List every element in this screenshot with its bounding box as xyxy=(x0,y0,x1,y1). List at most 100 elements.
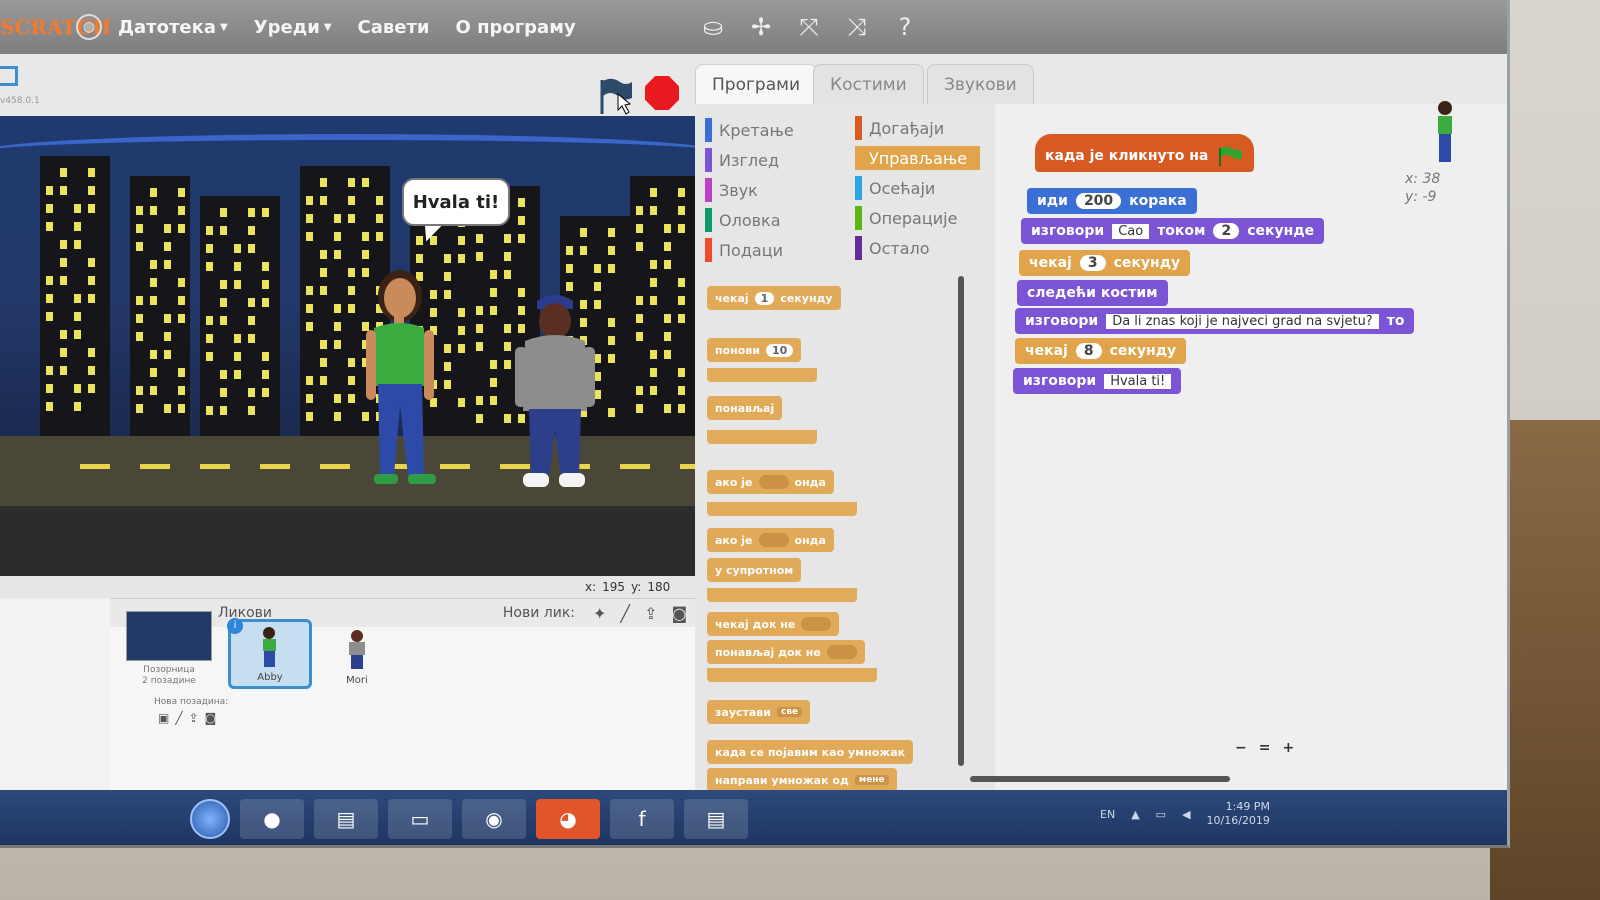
category-motion[interactable]: Кретање xyxy=(705,118,794,142)
choose-sprite-library-icon[interactable]: ✦ xyxy=(593,604,606,623)
tab-costumes[interactable]: Костими xyxy=(813,64,924,104)
block-number-input[interactable]: 200 xyxy=(1075,193,1122,209)
taskbar-app-active[interactable]: ◕ xyxy=(536,799,600,839)
scripts-horizontal-scrollbar[interactable] xyxy=(970,776,1230,782)
tab-scripts[interactable]: Програми xyxy=(695,64,817,104)
language-indicator[interactable]: EN xyxy=(1100,808,1115,821)
sprite-mori[interactable] xyxy=(515,291,595,496)
menu-edit[interactable]: Уреди ▼ xyxy=(254,17,332,38)
script-say-for-secs[interactable]: изговори Cao током 2 секунде xyxy=(1021,218,1325,244)
palette-blocks: чекај 1 секунду понови 10 понављај ако ј… xyxy=(695,272,960,812)
palette-block-repeat[interactable]: понови 10 xyxy=(707,338,802,362)
palette-block-if-else[interactable]: ако је онда xyxy=(707,528,834,552)
zoom-in-icon[interactable]: + xyxy=(1282,740,1294,756)
volume-icon[interactable]: ◀ xyxy=(1182,808,1190,821)
script-next-costume[interactable]: следећи костим xyxy=(1017,280,1168,306)
backdrop-library-icon[interactable]: ▣ xyxy=(158,711,169,725)
menu-about[interactable]: О програму xyxy=(456,17,576,38)
palette-block-if[interactable]: ако је онда xyxy=(707,470,834,494)
backdrop-camera-icon[interactable]: ◙ xyxy=(205,711,217,725)
window-light xyxy=(74,294,81,303)
palette-scrollbar[interactable] xyxy=(958,276,964,766)
language-globe-icon[interactable]: ◍ xyxy=(76,14,102,40)
menu-tips[interactable]: Савети xyxy=(358,17,430,38)
condition-slot[interactable] xyxy=(826,645,857,659)
condition-slot[interactable] xyxy=(758,475,789,489)
sprite-tile-mori[interactable]: Mori xyxy=(315,619,399,689)
block-number-input[interactable]: 8 xyxy=(1075,343,1102,359)
script-move-steps[interactable]: иди 200 корака xyxy=(1027,188,1197,214)
block-dropdown[interactable]: све xyxy=(776,707,803,717)
fullscreen-icon[interactable] xyxy=(0,66,18,86)
condition-slot[interactable] xyxy=(758,533,789,547)
zoom-reset-icon[interactable]: = xyxy=(1259,740,1271,756)
script-say-question[interactable]: изговори Da li znas koji je najveci grad… xyxy=(1015,308,1415,334)
scratch-logo[interactable]: SCRATCH xyxy=(0,7,111,47)
stage[interactable]: Hvala ti! xyxy=(0,116,695,576)
camera-icon[interactable]: ◙ xyxy=(671,604,687,623)
palette-block-stop[interactable]: заустави све xyxy=(707,700,811,724)
palette-block-repeat-until[interactable]: понављај док не xyxy=(707,640,865,664)
palette-block-when-clone[interactable]: када се појавим као умножак xyxy=(707,740,914,764)
palette-block-create-clone[interactable]: направи умножак од мене xyxy=(707,768,897,792)
script-wait-2[interactable]: чекај 8 секунду xyxy=(1015,338,1187,364)
palette-block-forever[interactable]: понављај xyxy=(707,396,783,420)
taskbar-app-explorer[interactable]: ▭ xyxy=(388,799,452,839)
tab-sounds[interactable]: Звукови xyxy=(927,64,1034,104)
paint-sprite-icon[interactable]: ╱ xyxy=(620,604,630,623)
category-events[interactable]: Догађаји xyxy=(855,116,944,140)
condition-slot[interactable] xyxy=(801,617,832,631)
palette-block-wait[interactable]: чекај 1 секунду xyxy=(707,286,841,310)
upload-backdrop-icon[interactable]: ⇪ xyxy=(189,711,199,725)
block-number-input[interactable]: 10 xyxy=(765,343,794,357)
taskbar-app-document[interactable]: ▤ xyxy=(684,799,748,839)
scripts-area[interactable]: када је кликнуто на иди 200 корака изгов… xyxy=(995,104,1507,794)
delete-icon[interactable]: ✢ xyxy=(748,12,774,42)
block-dropdown[interactable]: мене xyxy=(854,775,889,785)
duplicate-icon[interactable]: ⛀ xyxy=(700,12,726,42)
category-sound[interactable]: Звук xyxy=(705,178,758,202)
palette-block-wait-until[interactable]: чекај док не xyxy=(707,612,840,636)
sprite-abby[interactable] xyxy=(360,256,460,496)
block-number-input[interactable]: 2 xyxy=(1213,223,1240,239)
help-icon[interactable]: ? xyxy=(892,12,918,42)
sprite-tile-abby[interactable]: i Abby xyxy=(227,618,312,689)
start-button[interactable] xyxy=(190,799,230,839)
clock[interactable]: 1:49 PM 10/16/2019 xyxy=(1207,800,1270,828)
block-text-input[interactable]: Hvala ti! xyxy=(1104,373,1172,389)
category-pen[interactable]: Оловка xyxy=(705,208,781,232)
window-light xyxy=(476,396,483,405)
taskbar-app-window[interactable]: ▤ xyxy=(314,799,378,839)
window-light xyxy=(248,208,255,217)
script-wait[interactable]: чекај 3 секунду xyxy=(1019,250,1191,276)
taskbar-app-scratch[interactable]: ● xyxy=(240,799,304,839)
category-sensing[interactable]: Осећаји xyxy=(855,176,935,200)
taskbar-app-firefox[interactable]: ◉ xyxy=(462,799,526,839)
tray-arrow-icon[interactable]: ▲ xyxy=(1131,808,1139,821)
stop-button[interactable] xyxy=(645,76,679,110)
zoom-out-icon[interactable]: − xyxy=(1235,740,1247,756)
taskbar-app-facebook[interactable]: f xyxy=(610,799,674,839)
shrink-icon[interactable]: ⤨ xyxy=(844,12,870,42)
window-light xyxy=(490,378,497,387)
category-data[interactable]: Подаци xyxy=(705,238,783,262)
block-text-input[interactable]: Cao xyxy=(1112,223,1150,239)
block-text: корака xyxy=(1129,193,1187,209)
stage-thumbnail[interactable] xyxy=(126,611,212,661)
category-operators[interactable]: Операције xyxy=(855,206,957,230)
network-icon[interactable]: ▭ xyxy=(1156,808,1166,821)
info-icon[interactable]: i xyxy=(227,618,243,634)
paint-backdrop-icon[interactable]: ╱ xyxy=(175,711,182,725)
category-looks[interactable]: Изглед xyxy=(705,148,779,172)
upload-sprite-icon[interactable]: ⇪ xyxy=(644,604,657,623)
category-control[interactable]: Управљање xyxy=(855,146,980,170)
block-text-input[interactable]: Da li znas koji je najveci grad na svjet… xyxy=(1106,313,1379,329)
script-say-thanks[interactable]: изговори Hvala ti! xyxy=(1013,368,1182,394)
menu-file[interactable]: Датотека ▼ xyxy=(118,17,228,38)
block-number-input[interactable]: 3 xyxy=(1079,255,1106,271)
block-number-input[interactable]: 1 xyxy=(754,291,775,305)
grow-icon[interactable]: ⤧ xyxy=(796,12,822,42)
green-flag-icon[interactable] xyxy=(594,76,634,116)
category-more[interactable]: Остало xyxy=(855,236,930,260)
script-when-flag-clicked[interactable]: када је кликнуто на xyxy=(1035,134,1255,172)
